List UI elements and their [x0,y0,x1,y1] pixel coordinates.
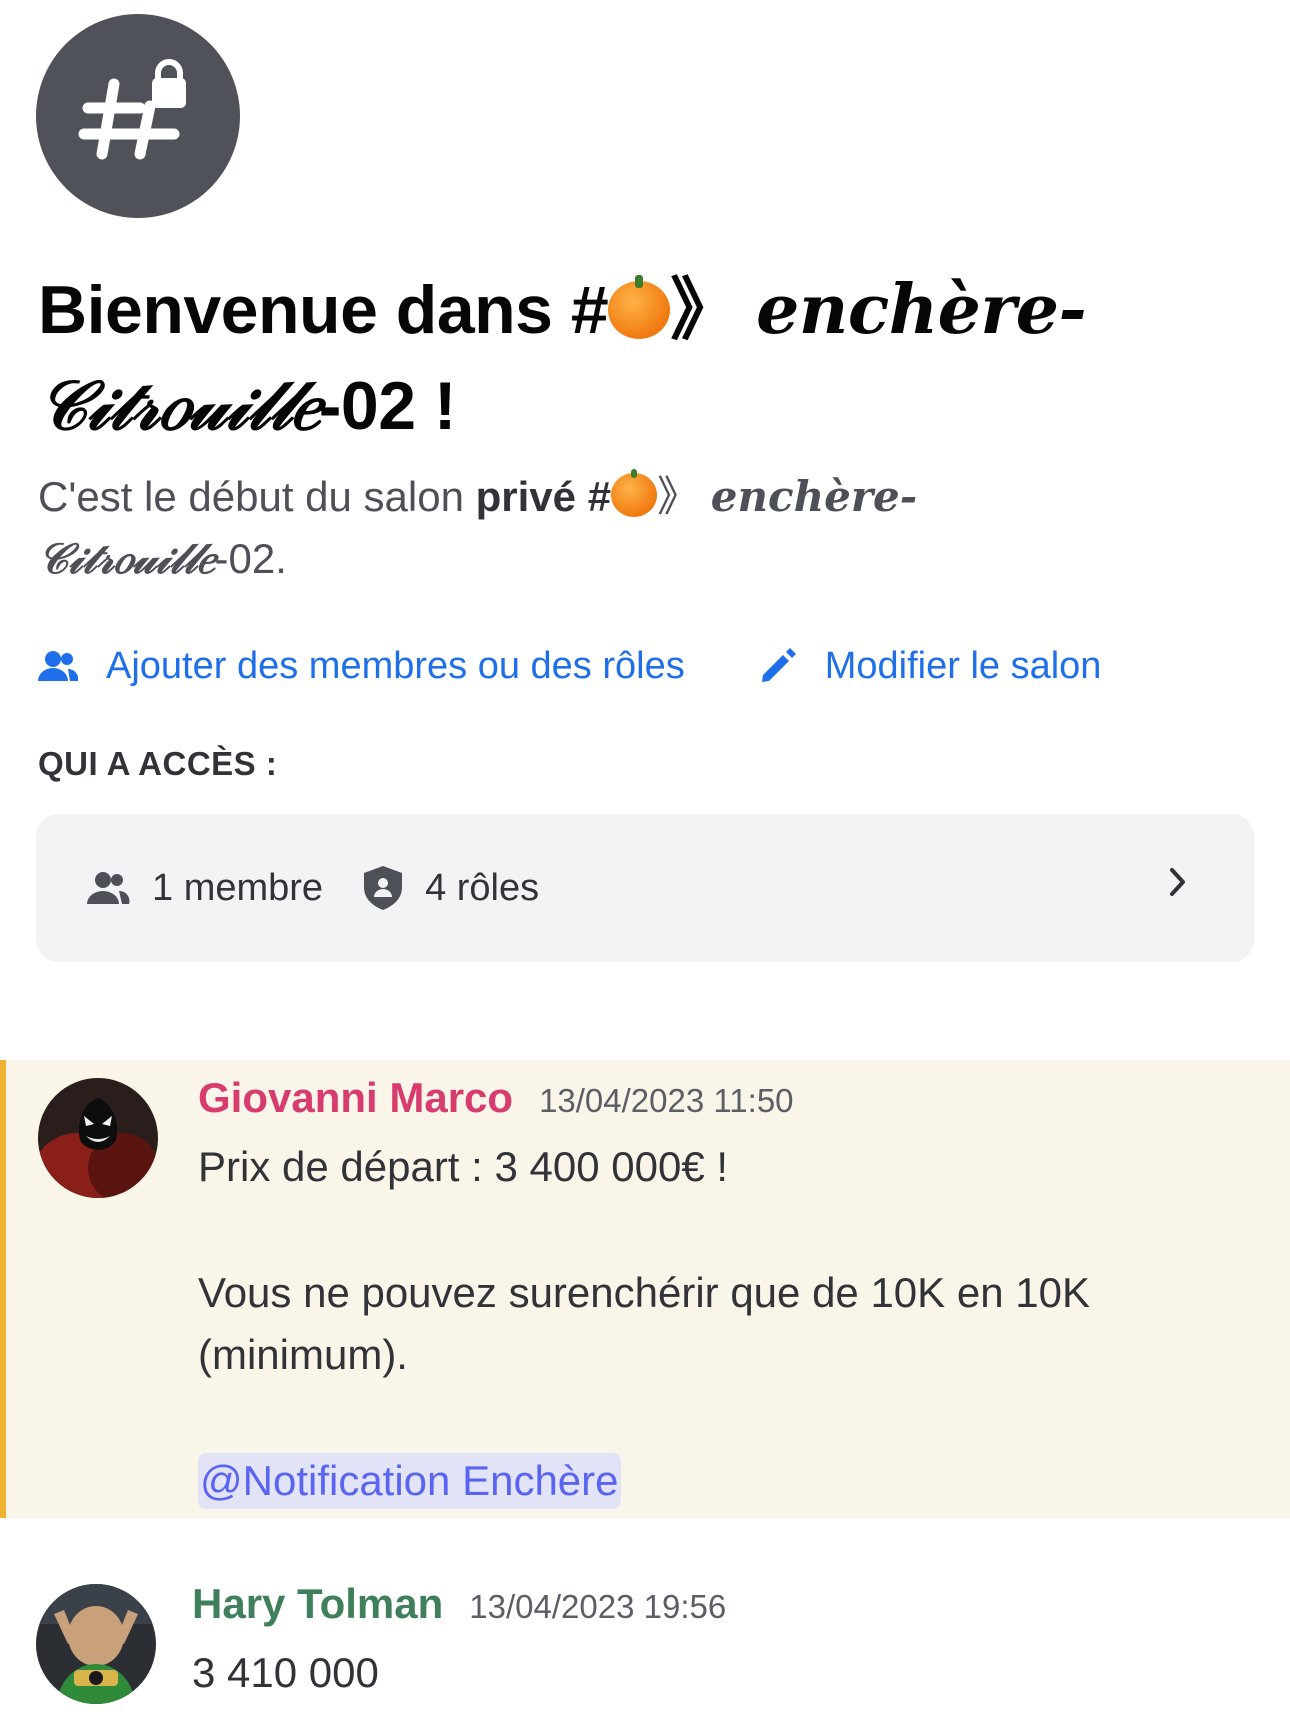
message-line: Vous ne pouvez surenchérir que de 10K en… [198,1269,1090,1378]
message-timestamp: 13/04/2023 19:56 [469,1588,727,1625]
subtitle-prefix: C'est le début du salon [38,473,476,520]
subtitle-private: privé [475,473,577,520]
edit-channel-button[interactable]: Modifier le salon [759,644,1102,688]
avatar[interactable] [38,1078,158,1198]
message-line: Prix de départ : 3 400 000€ ! [198,1143,729,1190]
channel-name-suffix: -02 ! [318,368,457,444]
message-line: 3 410 000 [192,1649,379,1696]
pumpkin-emoji-icon [611,468,658,517]
message-timestamp: 13/04/2023 11:50 [539,1082,794,1119]
welcome-prefix: Bienvenue dans # [38,272,609,348]
message-item[interactable]: Giovanni Marco 13/04/2023 11:50 Prix de … [0,1060,1290,1518]
message-item[interactable]: Hary Tolman 13/04/2023 19:56 3 410 000 [0,1570,1290,1712]
shield-icon [364,866,403,910]
pencil-icon [761,648,796,682]
welcome-subtitle: C'est le début du salon privé # 》 𝒆𝒏𝒄𝒉è𝒓𝒆… [38,466,1218,590]
subtitle-channel-part-1: 𝒆𝒏𝒄𝒉è𝒓𝒆- [710,472,918,521]
edit-channel-label: Modifier le salon [824,644,1102,687]
channel-name-arrow: 》 [670,272,738,348]
add-members-button[interactable]: Ajouter des membres ou des rôles [38,645,685,688]
channel-avatar [36,14,240,218]
access-card[interactable]: 1 membre 4 rôles [36,814,1254,962]
subtitle-name-suffix: -02. [214,535,287,582]
add-members-icon [38,651,78,681]
author-name[interactable]: Hary Tolman [192,1580,443,1628]
fighter-avatar-image [36,1584,156,1704]
message-header: Giovanni Marco 13/04/2023 11:50 [198,1074,794,1122]
author-name[interactable]: Giovanni Marco [198,1074,513,1122]
access-heading: QUI A ACCÈS : [38,745,278,782]
channel-actions: Ajouter des membres ou des rôles Modifie… [38,636,1101,696]
avatar[interactable] [36,1584,156,1704]
channel-name-part-2: 𝒞𝒾𝓉𝓇𝑜𝓊𝒾𝓁𝓁𝑒 [38,366,319,446]
chevron-right-icon [1170,868,1185,896]
roles-count: 4 rôles [425,866,540,909]
members-icon [87,872,130,904]
welcome-title: Bienvenue dans # 》 𝒆𝒏𝒄𝒉è𝒓𝒆- 𝒞𝒾𝓉𝓇𝑜𝓊𝒾𝓁𝓁𝑒-02… [38,262,1218,454]
access-members: 1 membre [86,867,323,910]
add-members-label: Ajouter des membres ou des rôles [106,644,685,687]
access-roles: 4 rôles [363,865,539,911]
pumpkin-emoji-icon [608,275,671,339]
role-mention[interactable]: @Notification Enchère [198,1453,621,1509]
message-content: 3 410 000 [192,1642,1252,1704]
channel-name-part-1: 𝒆𝒏𝒄𝒉è𝒓𝒆- [756,270,1087,350]
subtitle-arrow: 》 [657,473,700,520]
venom-avatar-image [38,1078,158,1198]
subtitle-hash: # [576,473,612,520]
subtitle-channel-part-2: 𝒞𝒾𝓉𝓇𝑜𝓊𝒾𝓁𝓁𝑒 [38,534,215,583]
members-count: 1 membre [152,866,324,909]
message-header: Hary Tolman 13/04/2023 19:56 [192,1580,726,1628]
hash-lock-icon [78,59,186,160]
message-content: Prix de départ : 3 400 000€ ! Vous ne po… [198,1136,1258,1512]
